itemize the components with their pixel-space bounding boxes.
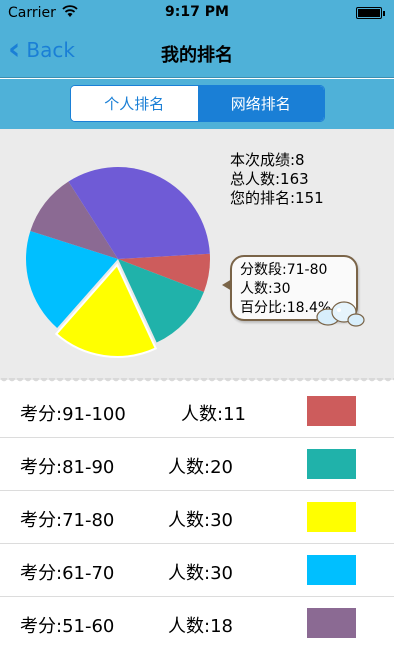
list-item[interactable]: 考分:91-100 人数:11 (0, 384, 394, 438)
people-count: 人数:30 (168, 563, 233, 584)
score-range: 考分:51-60 (20, 616, 115, 637)
people-count: 人数:18 (168, 616, 233, 637)
slice-info-callout: 分数段:71-80 人数:30 百分比:18.4% (222, 251, 372, 333)
color-swatch (307, 449, 356, 479)
color-swatch (307, 502, 356, 532)
status-bar: Carrier 9:17 PM (0, 0, 394, 26)
navigation-bar: ‹ Back 我的排名 (0, 26, 394, 78)
score-distribution-list: 考分:91-100 人数:11 考分:81-90 人数:20 考分:71-80 … (0, 384, 394, 645)
battery-icon (356, 7, 385, 19)
list-item[interactable]: 考分:51-60 人数:18 (0, 596, 394, 645)
people-count: 人数:20 (168, 457, 233, 478)
pie-chart-panel: 本次成绩:8 总人数:163 您的排名:151 分数段:71-80 人数:30 … (0, 129, 394, 380)
segment-bar: 个人排名 网络排名 (0, 79, 394, 129)
color-swatch (307, 396, 356, 426)
total-label: 总人数:163 (230, 170, 309, 188)
color-swatch (307, 555, 356, 585)
status-time: 9:17 PM (165, 4, 229, 20)
stats-block: 本次成绩:8 总人数:163 您的排名:151 (230, 151, 324, 208)
list-item[interactable]: 考分:61-70 人数:30 (0, 543, 394, 597)
rank-label: 您的排名:151 (230, 189, 324, 207)
color-swatch (307, 608, 356, 638)
people-count: 人数:11 (181, 404, 246, 425)
ranking-segmented-control: 个人排名 网络排名 (70, 85, 325, 122)
score-range: 考分:91-100 (20, 404, 126, 425)
cloud-icon (316, 301, 365, 327)
tab-network-rank[interactable]: 网络排名 (197, 86, 324, 121)
people-count: 人数:30 (168, 510, 233, 531)
pie-chart[interactable] (0, 129, 230, 369)
score-label: 本次成绩:8 (230, 151, 305, 169)
score-range: 考分:61-70 (20, 563, 115, 584)
score-range: 考分:71-80 (20, 510, 115, 531)
callout-segment: 分数段:71-80 (240, 262, 328, 278)
list-item[interactable]: 考分:71-80 人数:30 (0, 490, 394, 544)
page-title: 我的排名 (161, 45, 233, 66)
score-range: 考分:81-90 (20, 457, 115, 478)
tab-personal-rank[interactable]: 个人排名 (71, 86, 198, 121)
list-item[interactable]: 考分:81-90 人数:20 (0, 437, 394, 491)
